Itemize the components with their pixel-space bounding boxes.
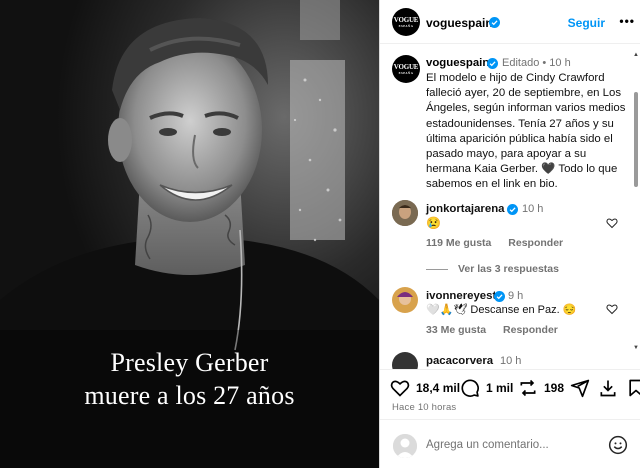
like-action[interactable]: 18,4 mil <box>390 378 460 398</box>
comment-verified-icon <box>494 291 505 302</box>
save-action[interactable] <box>626 378 640 398</box>
heart-icon <box>390 380 410 397</box>
save-icon <box>629 379 640 397</box>
post-header: VOGUE ESPAÑA voguespain Seguir ••• <box>380 0 640 44</box>
share-action[interactable]: 198 <box>518 378 564 398</box>
download-icon <box>600 380 616 397</box>
caption-avatar-sub: ESPAÑA <box>398 70 414 75</box>
repost-icon <box>520 379 536 397</box>
emoji-icon[interactable] <box>608 435 628 455</box>
comment-action[interactable]: 1 mil <box>460 378 513 398</box>
comments-scrollbar[interactable]: ▲ ▼ <box>633 52 639 352</box>
like-count: 18,4 mil <box>416 381 461 395</box>
comment-time: 10 h <box>500 355 522 367</box>
caption-avatar[interactable]: VOGUE ESPAÑA <box>392 55 420 83</box>
caption-meta: Editado • 10 h <box>502 57 571 69</box>
comments-list: VOGUE ESPAÑA voguespain Editado • 10 h E… <box>380 45 632 369</box>
comment-reply-button[interactable]: Responder <box>503 324 558 336</box>
current-user-avatar <box>393 434 417 458</box>
comment-avatar-photo <box>392 287 418 313</box>
default-avatar-icon <box>393 434 417 458</box>
comment-reply-button[interactable]: Responder <box>508 237 563 249</box>
comment-icon <box>461 379 479 397</box>
comment-text: 😢 <box>426 216 441 230</box>
comment-time: 9 h <box>508 290 524 302</box>
post-image[interactable]: Presley Gerber muere a los 27 años <box>0 0 379 468</box>
download-action[interactable] <box>598 378 624 398</box>
scroll-up-icon[interactable]: ▲ <box>633 52 639 58</box>
comment-input[interactable] <box>426 436 606 454</box>
comment-count: 1 mil <box>486 381 514 395</box>
more-options-icon[interactable]: ••• <box>619 14 635 28</box>
caption-username[interactable]: voguespain <box>426 57 489 69</box>
view-replies-label: Ver las 3 respuestas <box>458 263 559 275</box>
post-overlay-caption: Presley Gerber muere a los 27 años <box>0 346 379 412</box>
send-action[interactable] <box>570 378 596 398</box>
comment-meta: 119 Me gusta Responder <box>426 237 577 249</box>
account-avatar[interactable]: VOGUE ESPAÑA <box>392 8 420 36</box>
comment-avatar[interactable] <box>392 352 418 369</box>
comment-username[interactable]: jonkortajarena <box>426 203 505 215</box>
caption-text: El modelo e hijo de Cindy Crawford falle… <box>426 72 626 191</box>
comment-likes[interactable]: 33 Me gusta <box>426 324 486 336</box>
post-side-panel: VOGUE ESPAÑA voguespain Seguir ••• VOGUE… <box>379 0 640 468</box>
replies-divider <box>426 268 448 270</box>
comment-avatar[interactable] <box>392 200 418 226</box>
overlay-line-2: muere a los 27 años <box>84 381 295 410</box>
post-actions: 18,4 mil 1 mil 198 Hace 10 horas <box>380 369 640 419</box>
overlay-line-1: Presley Gerber <box>110 348 269 377</box>
share-count: 198 <box>544 381 565 395</box>
comment-meta: 33 Me gusta Responder <box>426 324 572 336</box>
follow-button[interactable]: Seguir <box>568 16 605 30</box>
caption-verified-icon <box>487 58 498 69</box>
scroll-down-icon[interactable]: ▼ <box>633 345 639 351</box>
post-time-ago[interactable]: Hace 10 horas <box>392 402 456 413</box>
scroll-thumb[interactable] <box>634 92 638 187</box>
avatar-logo-sub: ESPAÑA <box>398 23 414 28</box>
avatar-logo-text: VOGUE <box>393 15 419 24</box>
header-username[interactable]: voguespain <box>426 16 493 30</box>
comment-time: 10 h <box>522 203 544 215</box>
caption-avatar-logo: VOGUE <box>393 62 419 71</box>
comment-like-heart-icon[interactable] <box>606 303 618 315</box>
verified-badge-icon <box>489 17 500 28</box>
comment-avatar[interactable] <box>392 287 418 313</box>
share-icon <box>570 379 590 398</box>
comment-text: 🤍🙏🕊 Descanse en Paz. 😔 <box>426 304 577 316</box>
comment-likes[interactable]: 119 Me gusta <box>426 237 491 249</box>
comment-like-heart-icon[interactable] <box>606 217 618 229</box>
view-replies-button[interactable]: Ver las 3 respuestas <box>426 263 559 275</box>
comment-verified-icon <box>507 204 518 215</box>
comment-username[interactable]: ivonnereyest <box>426 290 496 302</box>
instagram-post-window: Presley Gerber muere a los 27 años VOGUE… <box>0 0 640 468</box>
add-comment-bar <box>380 419 640 468</box>
comment-username[interactable]: pacacorvera <box>426 355 493 367</box>
comment-avatar-photo <box>392 200 418 226</box>
